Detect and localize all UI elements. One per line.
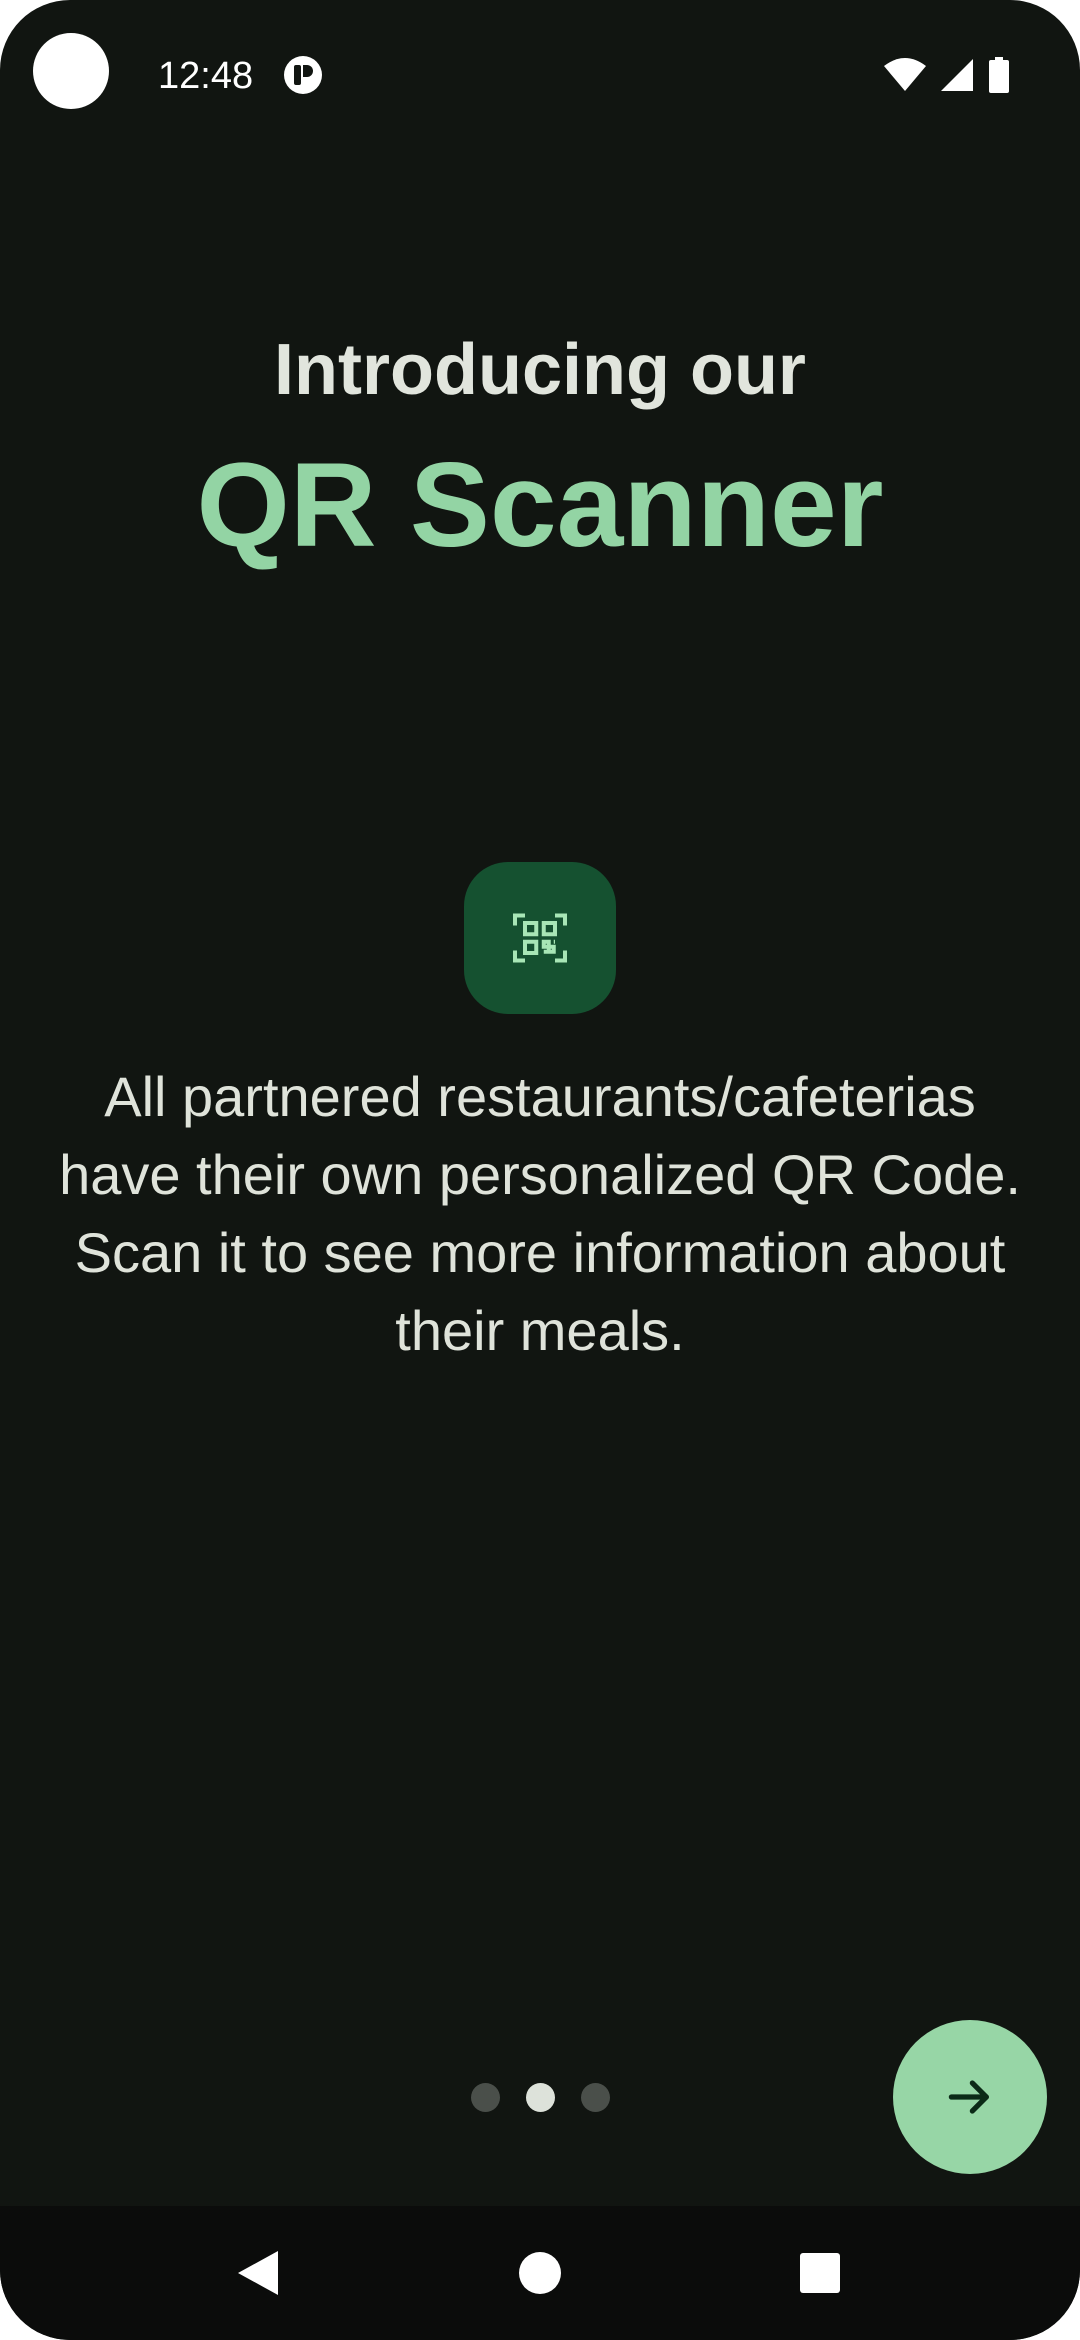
feature-icon-tile bbox=[464, 862, 616, 1014]
camera-cutout bbox=[33, 33, 109, 109]
description-line-2: Scan it to see more information about th… bbox=[74, 1221, 1006, 1362]
onboarding-screen: 12:48 Introducing our QR Scanner All par… bbox=[0, 0, 1080, 2340]
page-dot-3[interactable] bbox=[580, 2083, 610, 2112]
back-button[interactable] bbox=[212, 2228, 302, 2318]
feature-description: All partnered restaurants/cafeterias hav… bbox=[40, 1058, 1040, 1370]
page-dot-1[interactable] bbox=[470, 2083, 500, 2112]
next-button[interactable] bbox=[893, 2020, 1047, 2174]
app-notification-icon bbox=[284, 56, 322, 94]
system-nav-bar bbox=[0, 2206, 1080, 2340]
signal-icon bbox=[941, 59, 973, 91]
status-time: 12:48 bbox=[158, 55, 254, 97]
page-dot-2-active[interactable] bbox=[525, 2083, 555, 2112]
arrow-right-icon bbox=[948, 2080, 989, 2114]
status-bar: 12:48 bbox=[0, 0, 1080, 150]
intro-text: Introducing our bbox=[274, 330, 806, 410]
recents-icon bbox=[800, 2253, 840, 2293]
description-line-1: All partnered restaurants/cafeterias hav… bbox=[59, 1065, 1021, 1206]
home-icon bbox=[519, 2252, 561, 2294]
recents-button[interactable] bbox=[775, 2228, 865, 2318]
battery-icon bbox=[989, 57, 1009, 93]
home-button[interactable] bbox=[495, 2228, 585, 2318]
page-title: QR Scanner bbox=[196, 438, 884, 572]
wifi-icon bbox=[884, 58, 926, 91]
back-icon bbox=[238, 2251, 278, 2295]
status-icons bbox=[884, 55, 1010, 95]
qr-code-scanner-icon bbox=[513, 913, 567, 963]
